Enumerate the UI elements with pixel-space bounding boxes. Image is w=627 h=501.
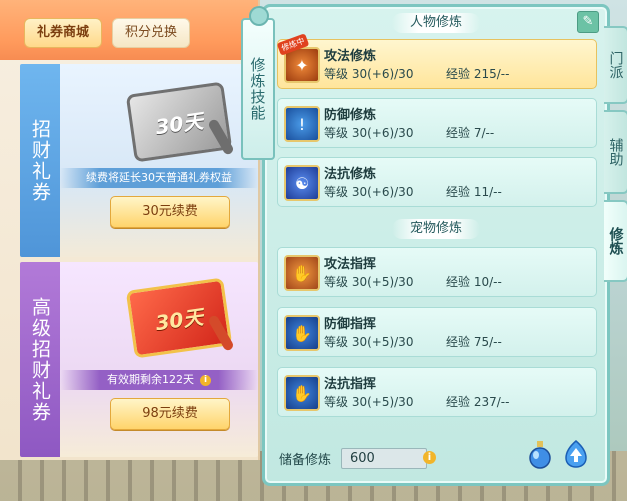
pet-attack-icon: ✋: [284, 255, 320, 291]
row-exp: 经验 10/--: [446, 275, 502, 289]
row-stats: 等级 30(+5)/30 经验 237/--: [324, 393, 509, 410]
cultivation-panel: 人物修炼 ✎ ✦ 修炼中 攻法修炼 等级 30(+6)/30 经验 215/-- …: [262, 4, 610, 486]
renew-98-button[interactable]: 98元续费: [110, 398, 230, 430]
pet-resist-icon: ✋: [284, 375, 320, 411]
cultivation-row-pet-attack[interactable]: ✋ 攻法指挥 等级 30(+5)/30 经验 10/--: [277, 247, 597, 297]
pet-defense-icon: ✋: [284, 315, 320, 351]
row-level: 等级 30(+5)/30: [324, 335, 414, 349]
cultivation-row-attack[interactable]: ✦ 修炼中 攻法修炼 等级 30(+6)/30 经验 215/--: [276, 33, 597, 89]
card-side-label: 招财礼券: [20, 64, 60, 257]
row-name: 法抗修炼: [324, 167, 377, 182]
potion-icon[interactable]: [527, 439, 553, 469]
row-level: 等级 30(+5)/30: [324, 275, 414, 289]
character-section-header: 人物修炼: [265, 13, 607, 33]
coupon-card-premium: 高级招财礼券 30天 有效期剩余122天 i 98元续费: [20, 262, 258, 457]
row-level: 等级 30(+6)/30: [324, 185, 414, 199]
card-info-text: 续费将延长30天普通礼券权益: [60, 168, 258, 188]
row-stats: 等级 30(+6)/30 经验 215/--: [324, 65, 509, 82]
row-name: 防御修炼: [324, 108, 377, 123]
cultivation-row-pet-defense[interactable]: ✋ 防御指挥 等级 30(+5)/30 经验 75/--: [277, 307, 597, 357]
cultivation-row-resist[interactable]: ☯ 法抗修炼 等级 30(+6)/30 经验 11/--: [277, 157, 597, 207]
row-exp: 经验 11/--: [446, 185, 502, 199]
row-name: 攻法修炼: [324, 49, 377, 64]
row-stats: 等级 30(+6)/30 经验 7/--: [324, 124, 494, 141]
row-stats: 等级 30(+5)/30 经验 75/--: [324, 333, 502, 350]
reserve-value: 600: [341, 448, 427, 469]
upgrade-icon[interactable]: [563, 439, 589, 469]
tab-cultivation[interactable]: 修炼: [604, 200, 627, 282]
row-exp: 经验 215/--: [446, 67, 510, 81]
row-level: 等级 30(+6)/30: [324, 67, 414, 81]
tab-sect[interactable]: 门派: [604, 26, 627, 104]
tab-coupon-mall[interactable]: 礼券商城: [24, 18, 103, 48]
row-stats: 等级 30(+6)/30 经验 11/--: [324, 183, 502, 200]
tab-assist[interactable]: 辅助: [604, 110, 627, 194]
row-level: 等级 30(+6)/30: [324, 126, 414, 140]
cultivation-row-defense[interactable]: ! 防御修炼 等级 30(+6)/30 经验 7/--: [277, 98, 597, 148]
coupon-shop-panel: 礼券商城 积分兑换 招财礼券 30天 续费将延长30天普通礼券权益 30元续费 …: [0, 0, 260, 460]
renew-30-button[interactable]: 30元续费: [110, 196, 230, 228]
reserve-label: 储备修炼: [279, 453, 332, 468]
cultivation-side-title: 修炼技能: [241, 6, 275, 160]
coupon-card-normal: 招财礼券 30天 续费将延长30天普通礼券权益 30元续费: [20, 64, 258, 257]
card-info-strip: 有效期剩余122天 i: [60, 370, 258, 390]
info-icon[interactable]: i: [423, 451, 436, 464]
row-exp: 经验 75/--: [446, 335, 502, 349]
pet-section-header: 宠物修炼: [265, 219, 607, 239]
info-icon[interactable]: i: [200, 374, 211, 386]
row-level: 等级 30(+5)/30: [324, 395, 414, 409]
validity-text: 有效期剩余122天: [107, 373, 194, 386]
defense-icon: !: [284, 106, 320, 142]
tab-points-exchange[interactable]: 积分兑换: [112, 18, 191, 48]
row-exp: 经验 237/--: [446, 395, 510, 409]
cultivation-row-pet-resist[interactable]: ✋ 法抗指挥 等级 30(+5)/30 经验 237/--: [277, 367, 597, 417]
row-name: 防御指挥: [324, 317, 377, 332]
resist-icon: ☯: [284, 165, 320, 201]
row-name: 攻法指挥: [324, 257, 377, 272]
ornament-icon: [249, 6, 269, 26]
row-name: 法抗指挥: [324, 377, 377, 392]
edit-icon[interactable]: ✎: [577, 11, 599, 33]
row-exp: 经验 7/--: [446, 126, 495, 140]
row-stats: 等级 30(+5)/30 经验 10/--: [324, 273, 502, 290]
card-side-label: 高级招财礼券: [20, 262, 60, 457]
